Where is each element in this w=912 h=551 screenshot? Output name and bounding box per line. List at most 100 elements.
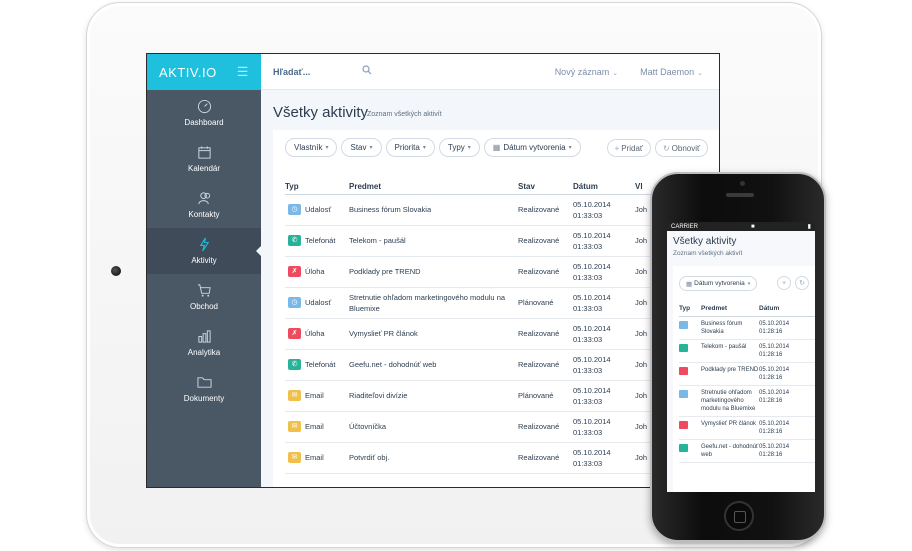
table-row[interactable]: Vymyslieť PR článok 05.10.2014 01:28:16	[679, 416, 815, 440]
subject-text: Riaditeľovi divízie	[349, 391, 408, 400]
sidebar-item-analytics[interactable]: Analytika	[147, 320, 261, 366]
phone-add-button[interactable]: +	[777, 276, 791, 290]
cell-date: 05.10.2014 01:28:16	[759, 316, 815, 340]
status-text: Realizované	[518, 329, 560, 338]
refresh-label: Obnoviť	[671, 143, 700, 153]
sidebar-item-label: Aktivity	[191, 256, 217, 265]
search-input[interactable]: Hľadať...	[273, 67, 310, 77]
filter-owner[interactable]: Vlastník ▾	[285, 138, 338, 157]
add-button[interactable]: + Pridať	[606, 139, 651, 157]
column-header-status[interactable]: Stav	[518, 176, 573, 195]
cell-type: ✗ Úloha	[285, 256, 349, 288]
cell-subject[interactable]: Stretnutie ohľadom marketingového modulu…	[349, 287, 518, 319]
battery-icon: ▮	[807, 224, 811, 230]
cell-subject[interactable]: Business fórum Slovakia	[349, 194, 518, 226]
sidebar-item-dashboard[interactable]: Dashboard	[147, 90, 261, 136]
type-label: Telefonát	[305, 360, 336, 369]
panel-actions: + Pridať ↻ Obnoviť	[606, 139, 708, 157]
phone-icon: ✆	[288, 359, 301, 370]
cart-icon	[197, 284, 211, 297]
table-row[interactable]: Telekom - paušál 05.10.2014 01:28:16	[679, 339, 815, 363]
cell-type: ✉ Email	[285, 442, 349, 474]
sidebar-item-label: Analytika	[187, 348, 221, 357]
type-label: Email	[305, 453, 324, 462]
time-text: 01:28:16	[759, 451, 783, 458]
brand-logo[interactable]: AKTIV.IO ☰	[147, 54, 261, 90]
table-row[interactable]: Podklady pre TREND 05.10.2014 01:28:16	[679, 362, 815, 386]
table-row[interactable]: Stretnutie ohľadom marketingového modulu…	[679, 385, 815, 417]
cell-type: ✆ Telefonát	[285, 225, 349, 257]
cell-subject[interactable]: Riaditeľovi divízie	[349, 380, 518, 412]
filter-status[interactable]: Stav ▾	[341, 138, 382, 157]
subject-text: Stretnutie ohľadom marketingového modulu…	[701, 389, 756, 412]
chevron-down-icon: ▾	[422, 145, 426, 151]
search-bar[interactable]: Hľadať...	[261, 54, 555, 89]
sidebar-item-sales[interactable]: Obchod	[147, 274, 261, 320]
sidebar-item-label: Dashboard	[184, 118, 224, 127]
column-header-type[interactable]: Typ	[285, 176, 349, 195]
cell-date: 05.10.2014 01:28:16	[759, 416, 815, 440]
owner-text: Joh	[635, 267, 648, 276]
type-label: Email	[305, 422, 324, 431]
search-icon[interactable]	[362, 65, 372, 75]
hamburger-menu-icon[interactable]: ☰	[237, 64, 249, 80]
cell-subject: Geefu.net - dohodnúť web	[701, 439, 759, 463]
sidebar-item-calendar[interactable]: Kalendár	[147, 136, 261, 182]
filter-label: Dátum vytvorenia	[694, 280, 745, 287]
type-label: Úloha	[305, 267, 325, 276]
cell-status: Realizované	[518, 349, 573, 381]
cell-status: Plánované	[518, 380, 573, 412]
table-row[interactable]: Business fórum Slovakia 05.10.2014 01:28:1…	[679, 316, 815, 340]
owner-text: Joh	[635, 422, 648, 431]
cell-date: 05.10.2014 01:33:03	[573, 380, 635, 412]
filter-label: Vlastník	[294, 143, 323, 152]
cell-subject[interactable]: Vymyslieť PR článok	[349, 318, 518, 350]
cell-subject: Telekom - paušál	[701, 339, 759, 363]
phone-refresh-button[interactable]: ↻	[795, 276, 809, 290]
subject-text: Podklady pre TREND	[349, 267, 421, 276]
filter-types[interactable]: Typy ▾	[438, 138, 480, 157]
cell-type	[679, 385, 701, 417]
date-text: 05.10.2014	[573, 261, 611, 271]
user-menu[interactable]: Matt Daemon ⌄	[640, 67, 703, 77]
plus-icon: +	[614, 143, 620, 153]
subject-text: Účtovníčka	[349, 422, 387, 431]
refresh-button[interactable]: ↻ Obnoviť	[654, 139, 708, 157]
cell-subject[interactable]: Podklady pre TREND	[349, 256, 518, 288]
calendar-icon: ▦	[492, 143, 501, 152]
phone-filter-created-date[interactable]: ▦ Dátum vytvorenia ▾	[679, 276, 758, 291]
new-record-dropdown[interactable]: Nový záznam ⌄	[555, 67, 618, 77]
time-text: 01:28:16	[759, 397, 783, 404]
cell-date: 05.10.2014 01:28:16	[759, 362, 815, 386]
cell-subject[interactable]: Telekom - paušál	[349, 225, 518, 257]
cell-type: ✉ Email	[285, 380, 349, 412]
cell-type	[679, 339, 701, 363]
filter-priority[interactable]: Priorita ▾	[385, 138, 435, 157]
sidebar-item-label: Obchod	[189, 302, 219, 311]
cell-subject[interactable]: Geefu.net - dohodnúť web	[349, 349, 518, 381]
contacts-icon	[197, 192, 210, 205]
subject-text: Vymyslieť PR článok	[701, 420, 757, 427]
column-header-subject[interactable]: Predmet	[349, 176, 518, 195]
cell-status: Plánované	[518, 287, 573, 319]
sidebar-item-documents[interactable]: Dokumenty	[147, 366, 261, 412]
lightning-icon	[199, 237, 209, 252]
table-row[interactable]: Geefu.net - dohodnúť web 05.10.2014 01:28:…	[679, 439, 815, 463]
filter-created-date[interactable]: ▦ Dátum vytvorenia ▾	[483, 138, 581, 157]
status-text: Realizované	[518, 453, 560, 462]
owner-text: Joh	[635, 360, 648, 369]
cell-subject[interactable]: Potvrdiť obj.	[349, 442, 518, 474]
phone-screen: CARRIER ■ ▮ Všetky aktivity Zoznam všetk…	[667, 222, 815, 492]
cell-date: 05.10.2014 01:33:03	[573, 318, 635, 350]
sidebar-item-contacts[interactable]: Kontakty	[147, 182, 261, 228]
sidebar-item-activities[interactable]: Aktivity	[147, 228, 262, 274]
page-title: Všetky aktivity	[273, 104, 369, 121]
phone-home-button[interactable]	[724, 501, 754, 531]
calendar-icon	[197, 146, 211, 159]
chevron-down-icon: ⌄	[612, 69, 619, 77]
status-text: Realizované	[518, 205, 560, 214]
column-header-date[interactable]: Dátum	[573, 176, 635, 195]
cell-type: ◷ Udalosť	[285, 287, 349, 319]
cell-subject[interactable]: Účtovníčka	[349, 411, 518, 443]
phone-page-subtitle: Zoznam všetkých aktivít	[673, 250, 743, 257]
